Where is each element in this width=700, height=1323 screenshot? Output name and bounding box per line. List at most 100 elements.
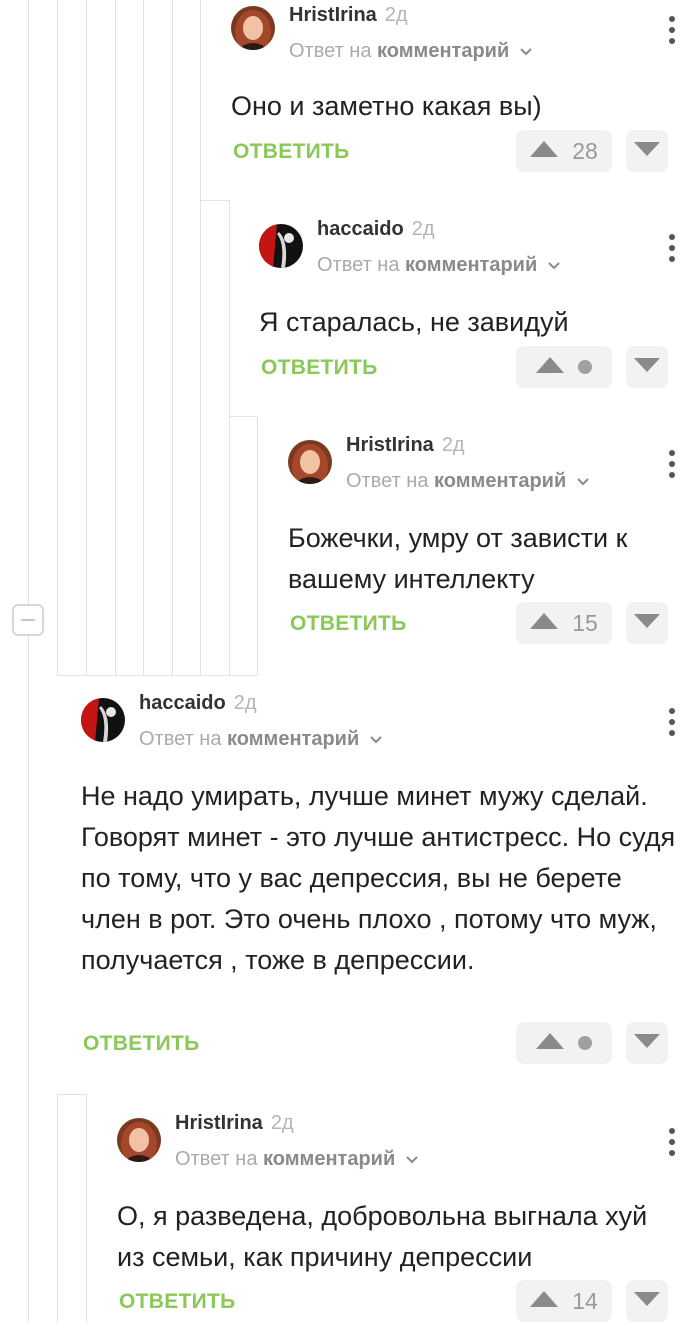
downvote-button[interactable] [626,602,668,644]
comment-author[interactable]: HristIrina 2д [175,1112,294,1135]
reply-to-target[interactable]: комментарий [377,40,509,62]
comment: haccaido 2д Ответ на комментарий Я старал… [259,214,700,394]
comment-text: О, я разведена, добровольна выгнала хуй … [117,1201,648,1272]
comment-author[interactable]: HristIrina 2д [346,434,465,457]
comment-time: 2д [270,1112,294,1134]
reply-button[interactable]: ОТВЕТИТЬ [290,612,407,636]
comment-time: 2д [411,218,435,240]
reply-to-prefix: Ответ на [175,1148,258,1170]
upvote-icon[interactable] [530,140,559,162]
comment-text: Я старалась, не завидуй [259,307,569,337]
author-name[interactable]: haccaido [317,218,404,240]
thread-line [86,0,87,675]
downvote-icon[interactable] [634,1291,660,1311]
upvote-icon[interactable] [530,612,559,634]
thread-line [143,0,144,675]
reply-to-prefix: Ответ на [139,728,222,750]
thread-line [229,200,230,675]
chevron-down-icon[interactable] [547,254,561,277]
avatar[interactable] [81,698,125,742]
reply-to-target[interactable]: комментарий [227,728,359,750]
hidden-rating-dot [578,360,592,374]
chevron-down-icon[interactable] [576,470,590,493]
comment-menu-icon[interactable] [668,708,676,741]
reply-button[interactable]: ОТВЕТИТЬ [83,1032,200,1056]
reply-button[interactable]: ОТВЕТИТЬ [233,140,350,164]
downvote-button[interactable] [626,346,668,388]
vote-box: 28 [516,130,612,172]
comment-menu-icon[interactable] [668,1128,676,1161]
reply-button[interactable]: ОТВЕТИТЬ [261,356,378,380]
vote-box: 14 [516,1280,612,1322]
comment: HristIrina 2д Ответ на комментарий Оно и … [231,0,700,180]
avatar[interactable] [259,224,303,268]
avatar[interactable] [288,440,332,484]
reply-to-link[interactable]: Ответ на комментарий [317,254,561,277]
comment: HristIrina 2д Ответ на комментарий О, я р… [117,1108,700,1323]
rating-value: 15 [572,609,598,636]
upvote-icon[interactable] [536,1032,564,1054]
rating-value: 28 [572,137,598,164]
reply-to-prefix: Ответ на [317,254,400,276]
thread-line [115,0,116,675]
reply-to-link[interactable]: Ответ на комментарий [139,728,383,751]
thread-line [200,0,201,675]
downvote-icon[interactable] [634,141,660,161]
comment-author[interactable]: haccaido 2д [317,218,435,241]
comment: HristIrina 2д Ответ на комментарий Божечк… [288,430,700,660]
comment-time: 2д [441,434,465,456]
thread-line [57,0,58,675]
hidden-rating-dot [578,1036,592,1050]
upvote-icon[interactable] [530,1290,559,1312]
author-name[interactable]: HristIrina [289,4,377,26]
avatar[interactable] [231,6,275,50]
comment-author[interactable]: haccaido 2д [139,692,257,715]
comment-time: 2д [233,692,257,714]
downvote-icon[interactable] [634,613,660,633]
avatar[interactable] [117,1118,161,1162]
reply-to-target[interactable]: комментарий [405,254,537,276]
thread-line [86,1094,87,1323]
comment-menu-icon[interactable] [668,234,676,267]
comment-menu-icon[interactable] [668,16,676,49]
thread-line [229,416,258,417]
thread-line [57,675,258,676]
comment-text: Не надо умирать, лучше минет мужу сделай… [81,781,676,975]
reply-to-link[interactable]: Ответ на комментарий [289,40,533,63]
vote-box: 15 [516,602,612,644]
thread-line [28,0,29,1323]
author-name[interactable]: HristIrina [175,1112,263,1134]
downvote-button[interactable] [626,1280,668,1322]
thread-line [200,200,230,201]
downvote-button[interactable] [626,1022,668,1064]
downvote-icon[interactable] [634,1033,660,1053]
rating-value: 14 [572,1287,598,1314]
chevron-down-icon[interactable] [405,1148,419,1171]
vote-box [516,1022,612,1064]
thread-line [57,1094,58,1323]
comment-time: 2д [384,4,408,26]
thread-line [257,416,258,675]
downvote-button[interactable] [626,130,668,172]
collapse-thread-button[interactable] [12,604,44,636]
comment-menu-icon[interactable] [668,450,676,483]
reply-to-prefix: Ответ на [346,470,429,492]
comment-author[interactable]: HristIrina 2д [289,4,408,27]
comment: haccaido 2д Ответ на комментарий Не надо … [81,688,700,1078]
reply-to-target[interactable]: комментарий [263,1148,395,1170]
thread-line [172,0,173,675]
downvote-icon[interactable] [634,357,660,377]
vote-box [516,346,612,388]
reply-button[interactable]: ОТВЕТИТЬ [119,1290,236,1314]
chevron-down-icon[interactable] [519,40,533,63]
author-name[interactable]: haccaido [139,692,226,714]
author-name[interactable]: HristIrina [346,434,434,456]
reply-to-link[interactable]: Ответ на комментарий [346,470,590,493]
upvote-icon[interactable] [536,356,564,378]
reply-to-prefix: Ответ на [289,40,372,62]
comment-text: Оно и заметно какая вы) [231,91,542,121]
chevron-down-icon[interactable] [369,728,383,751]
reply-to-link[interactable]: Ответ на комментарий [175,1148,419,1171]
thread-line [57,1094,87,1095]
reply-to-target[interactable]: комментарий [434,470,566,492]
